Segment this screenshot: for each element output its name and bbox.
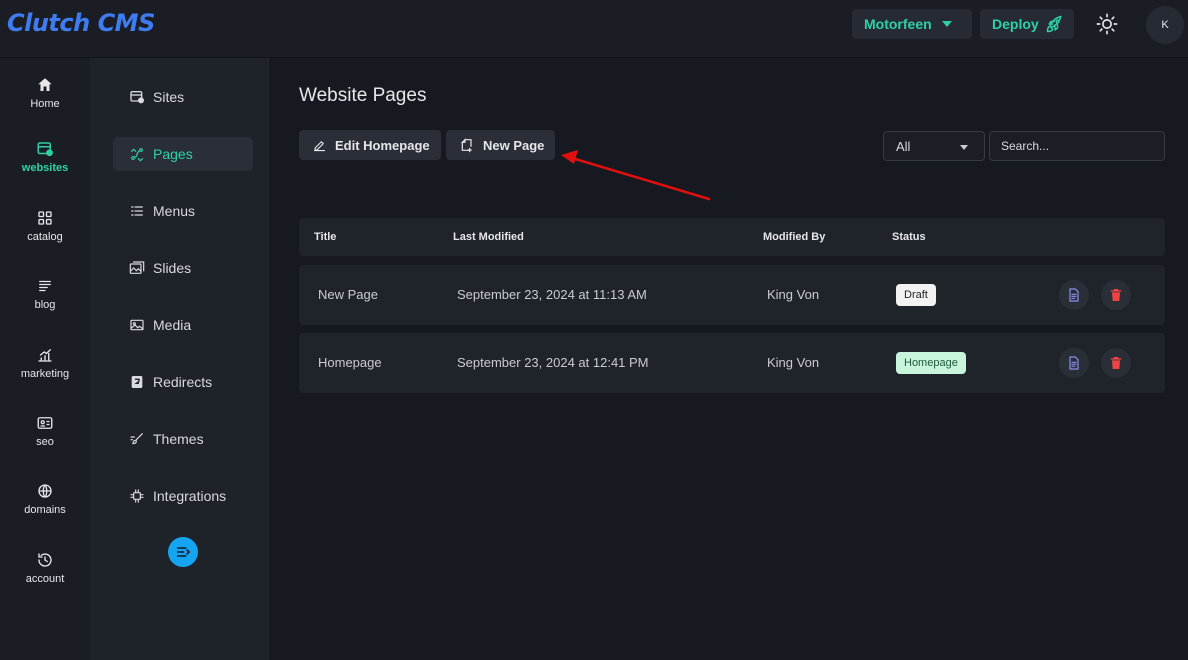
text-lines-icon	[39, 280, 51, 292]
column-header-status[interactable]: Status	[892, 231, 926, 243]
redirect-icon	[131, 376, 143, 388]
user-avatar[interactable]: K	[1146, 6, 1184, 44]
subnav-item-redirects[interactable]: Redirects	[113, 365, 253, 399]
row-last-modified: September 23, 2024 at 12:41 PM	[457, 355, 649, 370]
subnav-item-label: Integrations	[153, 488, 227, 504]
rail-item-label: Home	[30, 98, 60, 110]
globe-icon	[38, 484, 52, 498]
caret-down-icon	[960, 145, 968, 150]
rail-item-websites[interactable]: websites	[0, 140, 90, 190]
image-icon	[130, 319, 144, 331]
site-selector[interactable]: Motorfeen	[852, 9, 972, 39]
document-icon	[1069, 356, 1079, 370]
primary-nav-rail: Home websites catalog blog marketing seo…	[0, 58, 90, 660]
route-icon	[131, 148, 143, 162]
subnav-item-themes[interactable]: Themes	[113, 422, 253, 456]
new-page-label: New Page	[483, 137, 545, 153]
grid-icon	[38, 211, 52, 225]
document-icon	[1069, 288, 1079, 302]
column-header-modified-by[interactable]: Modified By	[763, 231, 825, 243]
deploy-button[interactable]: Deploy	[980, 9, 1074, 39]
caret-down-icon	[942, 21, 952, 27]
rail-item-label: marketing	[20, 368, 70, 380]
browser-icon	[130, 91, 144, 104]
delete-page-button[interactable]	[1101, 280, 1131, 310]
rail-item-home[interactable]: Home	[0, 76, 90, 126]
page-title: Website Pages	[299, 85, 427, 106]
table-row[interactable]: New Page September 23, 2024 at 11:13 AM …	[299, 265, 1165, 325]
rail-item-catalog[interactable]: catalog	[0, 209, 90, 259]
subnav-item-label: Pages	[153, 146, 193, 162]
site-selector-label: Motorfeen	[864, 16, 932, 32]
search-input[interactable]	[989, 131, 1165, 161]
theme-toggle-sun-icon[interactable]	[1096, 13, 1118, 35]
websites-subnav: Sites Pages Menus Slides Media Redirects…	[90, 58, 269, 660]
edit-page-button[interactable]	[1059, 280, 1089, 310]
row-title: New Page	[318, 287, 378, 302]
edit-homepage-label: Edit Homepage	[335, 137, 430, 153]
subnav-item-label: Redirects	[153, 374, 213, 390]
subnav-item-label: Slides	[153, 260, 192, 276]
rail-item-label: account	[25, 573, 65, 585]
rail-item-label: catalog	[27, 231, 63, 243]
history-icon	[38, 553, 52, 567]
list-icon	[131, 206, 143, 216]
column-header-title[interactable]: Title	[314, 231, 336, 243]
rail-item-account[interactable]: account	[0, 551, 90, 601]
status-filter-value: All	[896, 138, 911, 154]
new-page-icon	[460, 138, 472, 153]
chip-icon	[130, 489, 144, 503]
subnav-item-integrations[interactable]: Integrations	[113, 479, 253, 513]
collapse-sidebar-button[interactable]	[168, 537, 198, 567]
brush-icon	[130, 433, 143, 445]
row-last-modified: September 23, 2024 at 11:13 AM	[457, 287, 647, 302]
status-filter-select[interactable]: All	[883, 131, 985, 161]
rail-item-label: domains	[24, 504, 66, 516]
app-logo[interactable]: Clutch CMS	[7, 9, 155, 37]
rail-item-label: blog	[34, 299, 56, 311]
subnav-item-slides[interactable]: Slides	[113, 251, 253, 285]
subnav-item-label: Menus	[153, 203, 196, 219]
subnav-item-media[interactable]: Media	[113, 308, 253, 342]
rail-item-blog[interactable]: blog	[0, 277, 90, 327]
trash-icon	[1110, 289, 1122, 301]
column-header-last-modified[interactable]: Last Modified	[453, 231, 524, 243]
rail-item-seo[interactable]: seo	[0, 414, 90, 464]
subnav-item-label: Sites	[153, 89, 185, 105]
rail-item-label: seo	[36, 436, 54, 448]
new-page-button[interactable]: New Page	[446, 130, 555, 160]
trash-icon	[1110, 357, 1122, 369]
rocket-icon	[1046, 15, 1062, 33]
images-icon	[129, 261, 145, 274]
table-row[interactable]: Homepage September 23, 2024 at 12:41 PM …	[299, 333, 1165, 393]
rail-item-domains[interactable]: domains	[0, 482, 90, 532]
subnav-item-label: Themes	[153, 431, 204, 447]
row-title: Homepage	[318, 355, 382, 370]
subnav-item-label: Media	[153, 317, 192, 333]
edit-homepage-button[interactable]: Edit Homepage	[299, 130, 441, 160]
status-badge: Draft	[896, 284, 936, 306]
table-header: Title Last Modified Modified By Status	[299, 218, 1165, 256]
subnav-item-sites[interactable]: Sites	[113, 80, 253, 114]
pencil-icon	[313, 140, 326, 151]
deploy-label: Deploy	[992, 16, 1039, 32]
subnav-item-menus[interactable]: Menus	[113, 194, 253, 228]
rail-item-marketing[interactable]: marketing	[0, 346, 90, 396]
id-card-icon	[37, 417, 53, 429]
row-modified-by: King Von	[767, 355, 820, 370]
rail-item-label: websites	[21, 162, 69, 174]
browser-icon	[37, 142, 53, 157]
subnav-item-pages[interactable]: Pages	[113, 137, 253, 171]
chart-icon	[38, 349, 52, 362]
top-bar: Clutch CMS Motorfeen Deploy K	[0, 0, 1188, 58]
status-badge: Homepage	[896, 352, 966, 374]
delete-page-button[interactable]	[1101, 348, 1131, 378]
edit-page-button[interactable]	[1059, 348, 1089, 378]
row-modified-by: King Von	[767, 287, 820, 302]
home-icon	[38, 78, 52, 91]
menu-collapse-icon	[176, 547, 191, 557]
